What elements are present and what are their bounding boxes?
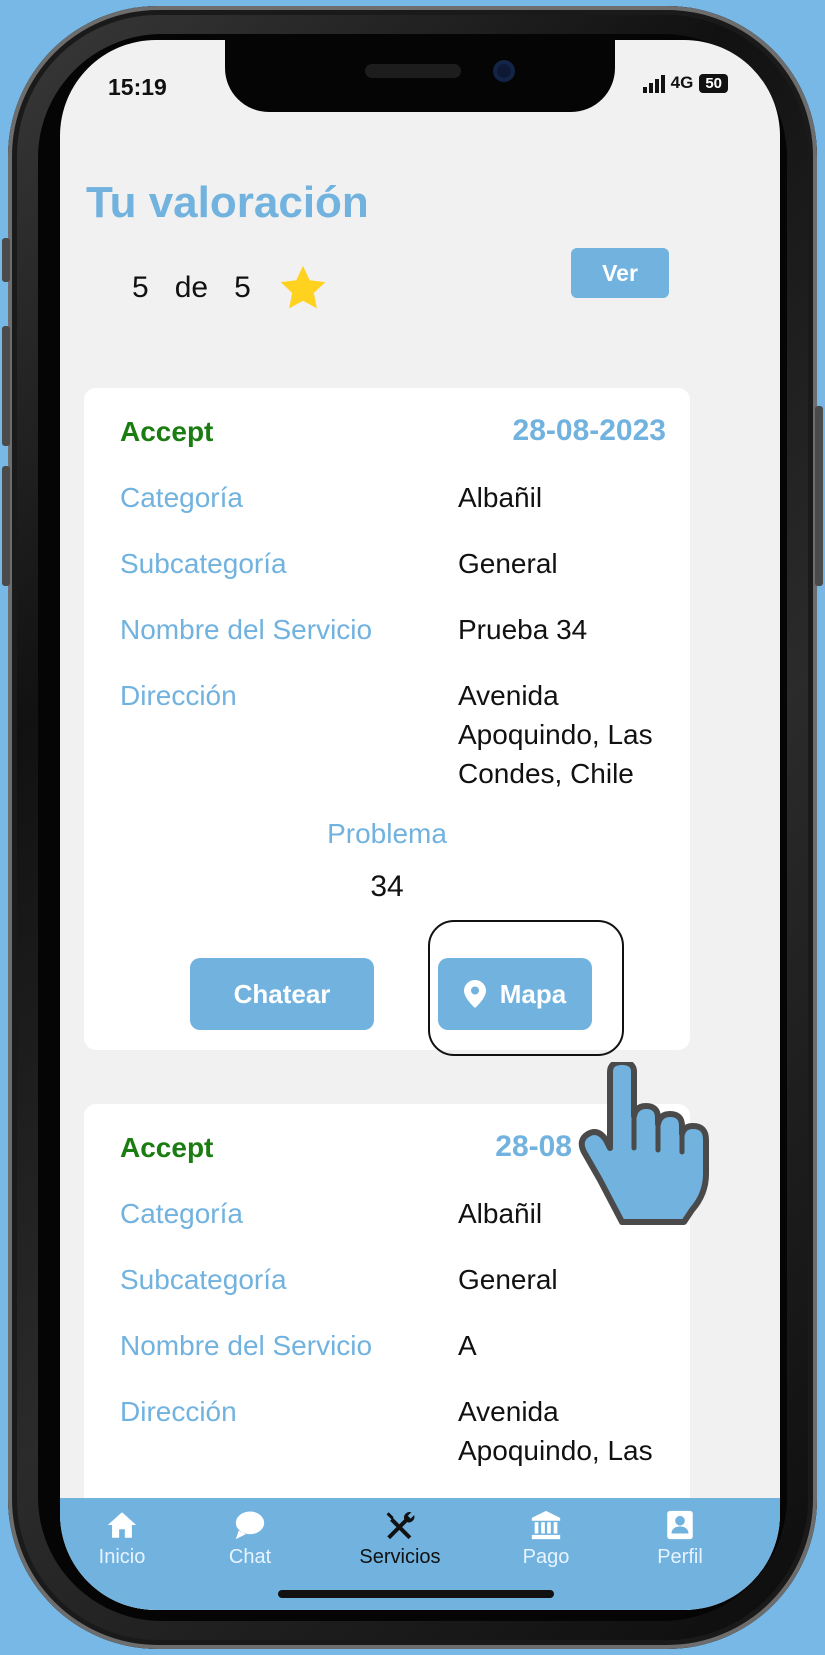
address-label: Dirección: [120, 680, 237, 711]
notch: [225, 40, 615, 112]
bottom-tab-bar: Inicio Chat Servicios Pago Perfil: [60, 1498, 780, 1610]
service-status: Accept: [120, 416, 214, 447]
service-date: 28-08-2023: [512, 414, 666, 447]
tab-inicio[interactable]: Inicio: [62, 1508, 182, 1569]
profile-card-icon: [667, 1510, 693, 1540]
tab-label: Pago: [522, 1546, 570, 1568]
subcategory-label: Subcategoría: [120, 548, 287, 579]
status-time: 15:19: [108, 74, 167, 100]
home-icon: [107, 1512, 137, 1538]
volume-up-button: [2, 326, 10, 446]
front-camera: [493, 60, 515, 82]
star-icon: [280, 265, 326, 309]
service-date: 28-08: [495, 1130, 572, 1163]
rating-summary: 5 de 5: [132, 262, 329, 314]
service-name-label: Nombre del Servicio: [120, 614, 373, 645]
service-card: Accept 28-08-2023 Categoría Albañil Subc…: [84, 388, 690, 1056]
chat-button[interactable]: Chatear: [190, 958, 374, 1030]
problem-value: 34: [370, 870, 404, 903]
service-name-label: Nombre del Servicio: [120, 1330, 373, 1361]
tools-icon: [386, 1511, 415, 1540]
category-label: Categoría: [120, 482, 243, 513]
service-status: Accept: [120, 1132, 214, 1163]
silent-switch: [2, 238, 10, 282]
home-indicator: [278, 1590, 554, 1598]
pointing-hand-icon: [578, 1062, 709, 1225]
rating-max: 5: [234, 271, 251, 304]
rating-of-label: de: [174, 271, 209, 304]
tab-label: Servicios: [359, 1546, 441, 1568]
address-value: Avenida Apoquindo, Las Condes, Chile: [458, 680, 653, 789]
service-name-value: A: [458, 1330, 477, 1361]
subcategory-label: Subcategoría: [120, 1264, 287, 1295]
category-value: Albañil: [458, 482, 543, 513]
rating-score: 5: [132, 271, 149, 304]
signal-icon: [642, 75, 665, 93]
status-indicators: 4G 50: [642, 73, 728, 93]
page-title: Tu valoración: [86, 178, 369, 227]
app-screen: 15:19 4G 50 Tu valoración 5 de 5 Ver Acc…: [60, 40, 780, 1610]
power-button: [815, 406, 823, 586]
tab-chat[interactable]: Chat: [190, 1508, 310, 1569]
volume-down-button: [2, 466, 10, 586]
chat-bubble-icon: [235, 1511, 265, 1540]
subcategory-value: General: [458, 548, 558, 579]
tap-highlight-frame: [428, 920, 624, 1056]
speaker: [365, 64, 461, 78]
tab-label: Chat: [228, 1546, 272, 1568]
network-type: 4G: [670, 73, 694, 92]
address-value: Avenida Apoquindo, Las: [458, 1396, 653, 1466]
tab-label: Inicio: [98, 1546, 146, 1568]
battery-icon: 50: [699, 74, 728, 93]
category-label: Categoría: [120, 1198, 243, 1229]
problem-label: Problema: [327, 818, 447, 849]
subcategory-value: General: [458, 1264, 558, 1295]
service-name-value: Prueba 34: [458, 614, 588, 645]
tab-label: Perfil: [657, 1546, 703, 1568]
tab-pago[interactable]: Pago: [486, 1508, 606, 1569]
tab-servicios[interactable]: Servicios: [340, 1508, 460, 1569]
chat-button-label: Chatear: [233, 978, 331, 1009]
address-label: Dirección: [120, 1396, 237, 1427]
bank-icon: [531, 1510, 561, 1540]
view-rating-button[interactable]: Ver: [571, 248, 669, 298]
tab-perfil[interactable]: Perfil: [620, 1508, 740, 1569]
